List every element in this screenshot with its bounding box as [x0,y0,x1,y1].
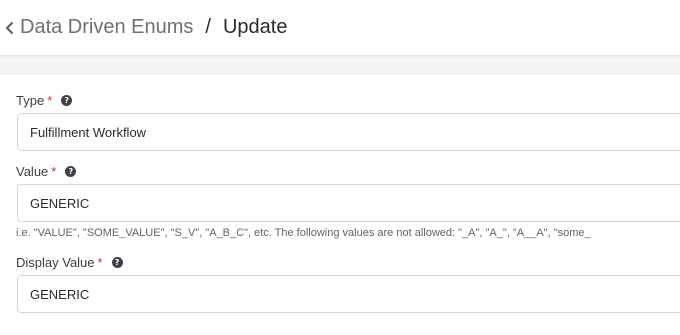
question-circle-icon[interactable]: ? [61,94,73,106]
chevron-left-icon[interactable] [2,18,18,38]
question-circle-icon[interactable]: ? [65,165,77,177]
value-hint-text: i.e. "VALUE", "SOME_VALUE", "S_V", "A_B_… [16,227,591,239]
page-title: Update [222,16,288,38]
page-header: Data Driven Enums / Update [0,0,680,56]
value-label: Value [16,163,49,179]
display-value-label: Display Value [16,254,95,270]
form-card: Type * ? Fulfillment Workflow Value * ? … [0,74,680,335]
required-mark: * [47,92,53,108]
display-value-field: Display Value * ? GENERIC [16,253,680,313]
value-label-row: Value * ? [16,162,680,180]
breadcrumb-separator: / [205,16,211,38]
breadcrumb-parent-link[interactable]: Data Driven Enums [20,16,193,39]
display-value-label-row: Display Value * ? [16,253,680,271]
required-mark: * [51,163,57,179]
required-mark: * [97,254,103,270]
value-field: Value * ? GENERIC i.e. "VALUE", "SOME_VA… [16,162,680,239]
type-label-row: Type * ? [16,91,680,109]
question-circle-icon[interactable]: ? [111,256,123,268]
type-field: Type * ? Fulfillment Workflow [16,91,680,151]
display-value-input[interactable]: GENERIC [17,275,680,313]
type-label: Type [16,92,45,108]
value-input[interactable]: GENERIC [17,184,680,222]
type-input[interactable]: Fulfillment Workflow [17,113,680,151]
page: Data Driven Enums / Update Type * ? Fulf… [0,0,680,335]
